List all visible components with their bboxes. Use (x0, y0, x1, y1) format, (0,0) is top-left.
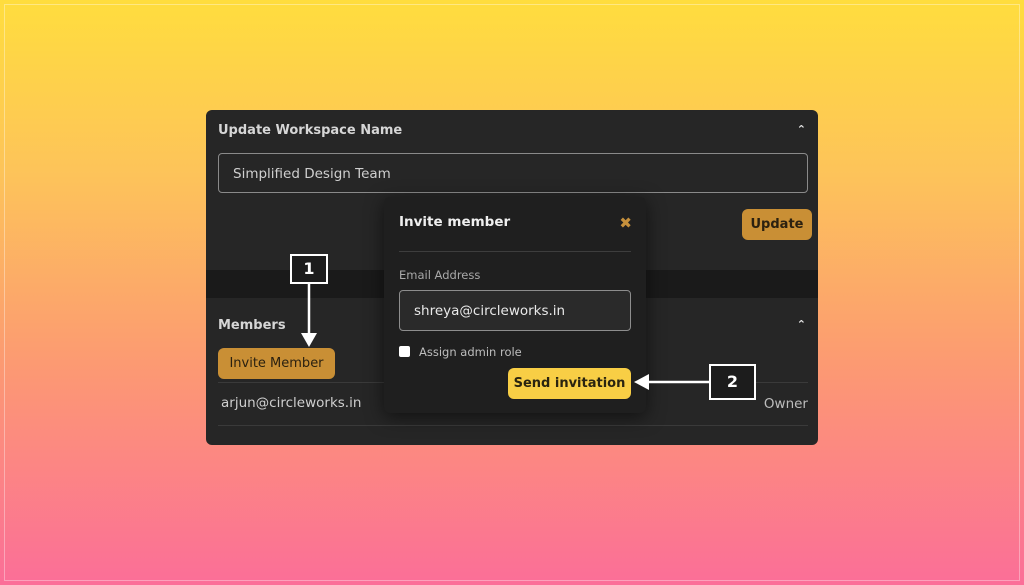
annotation-callout-2: 2 (709, 364, 756, 400)
arrow-2-head (634, 374, 649, 390)
annotation-callout-1: 1 (290, 254, 328, 284)
arrow-1-head (301, 333, 317, 347)
annotation-arrows (301, 284, 710, 390)
